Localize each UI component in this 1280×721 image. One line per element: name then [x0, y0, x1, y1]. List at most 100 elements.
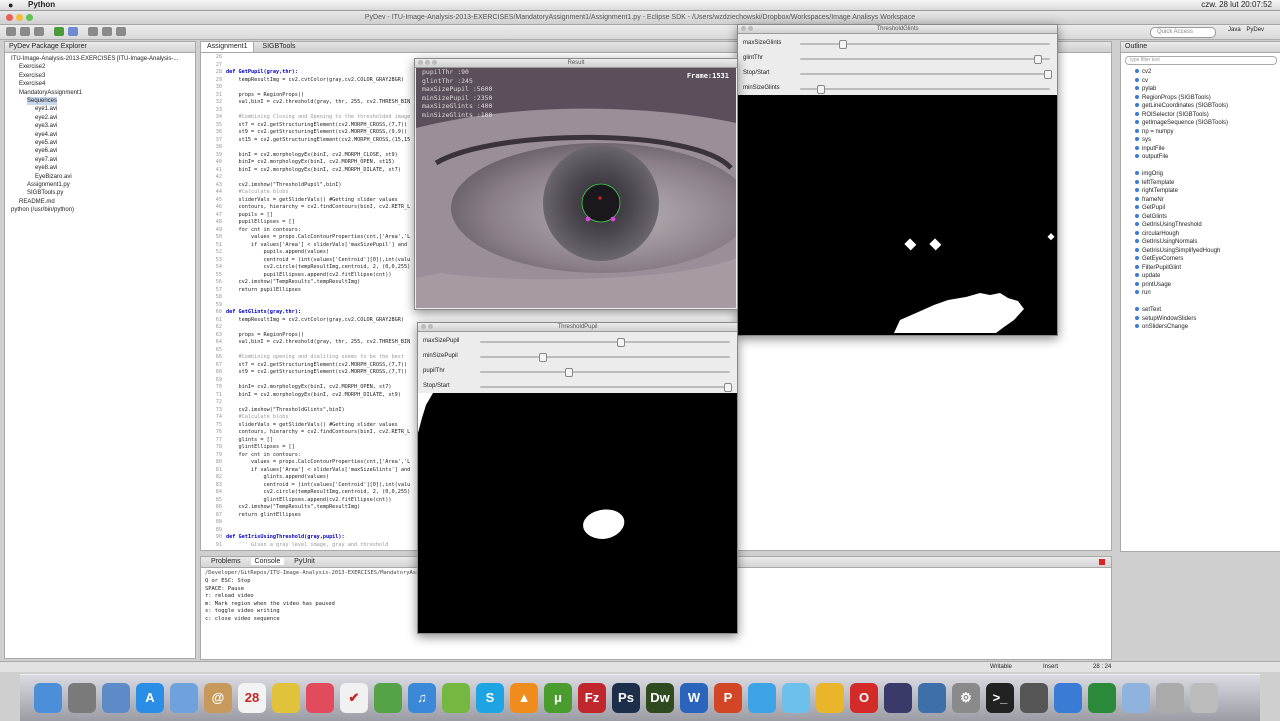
- virtualbox-icon[interactable]: [918, 683, 946, 713]
- messages-icon[interactable]: [782, 683, 810, 713]
- pocket-icon[interactable]: [306, 683, 334, 713]
- menubar-clock[interactable]: czw. 28 lut 20:07:52: [1201, 0, 1272, 10]
- outline-item[interactable]: pylab: [1135, 85, 1156, 93]
- outline-item[interactable]: inputFile: [1135, 145, 1165, 153]
- finder-icon[interactable]: [34, 683, 62, 713]
- outline-item[interactable]: ROISelector (SIGBTools): [1135, 111, 1209, 119]
- slider-track[interactable]: [800, 58, 1050, 60]
- preview-icon[interactable]: [102, 683, 130, 713]
- skype-icon[interactable]: S: [476, 683, 504, 713]
- slider-track[interactable]: [800, 88, 1050, 90]
- perspective-java[interactable]: Java: [1228, 27, 1241, 33]
- tree-item[interactable]: README.md: [19, 198, 55, 206]
- save-icon[interactable]: [20, 27, 30, 36]
- system-preferences-icon[interactable]: ⚙: [952, 683, 980, 713]
- tab-sigbtools[interactable]: SIGBTools: [256, 42, 301, 52]
- threshold-pupil-window[interactable]: ThresholdPupil maxSizePupil minSizePupil p…: [417, 322, 738, 634]
- code-editor[interactable]: 26 27 28 def GetPupil(gray,thr): 29 tempResu…: [200, 52, 410, 560]
- reminders-icon[interactable]: ✔: [340, 683, 368, 713]
- slider-handle[interactable]: [1034, 55, 1043, 64]
- excel-icon[interactable]: [1088, 683, 1116, 713]
- minimize-icon[interactable]: [748, 26, 753, 31]
- slider-track[interactable]: [800, 43, 1050, 45]
- outline-item[interactable]: setupWindowSliders: [1135, 315, 1196, 323]
- notes-icon[interactable]: [272, 683, 300, 713]
- spotify-icon[interactable]: [442, 683, 470, 713]
- contacts-icon[interactable]: @: [204, 683, 232, 713]
- outline-item[interactable]: cv: [1135, 77, 1148, 85]
- outline-item[interactable]: printUsage: [1135, 281, 1171, 289]
- dreamweaver-icon[interactable]: Dw: [646, 683, 674, 713]
- outline-item[interactable]: frameNr: [1135, 196, 1164, 204]
- back-icon[interactable]: [102, 27, 112, 36]
- forward-icon[interactable]: [116, 27, 126, 36]
- slider-track[interactable]: [480, 356, 730, 358]
- outline-item[interactable]: FilterPupilGlint: [1135, 264, 1181, 272]
- tree-item[interactable]: eye5.avi: [35, 139, 57, 147]
- new-icon[interactable]: [6, 27, 16, 36]
- tree-item[interactable]: Exercise3: [19, 72, 45, 80]
- tree-item[interactable]: Sequences: [27, 97, 58, 105]
- close-icon[interactable]: [741, 26, 746, 31]
- apple-icon[interactable]: ●: [8, 0, 13, 10]
- calendar-icon[interactable]: 28: [238, 683, 266, 713]
- tree-item[interactable]: eye7.avi: [35, 156, 57, 164]
- close-icon[interactable]: [418, 60, 423, 65]
- tree-item[interactable]: python (/usr/bin/python): [11, 206, 74, 214]
- eclipse-icon[interactable]: [884, 683, 912, 713]
- terminate-icon[interactable]: [1099, 559, 1105, 565]
- utorrent-icon[interactable]: μ: [544, 683, 572, 713]
- tree-item[interactable]: SIGBTools.py: [27, 189, 63, 197]
- outline-item[interactable]: GetEyeCorners: [1135, 255, 1183, 263]
- perspective-switcher[interactable]: Java PyDev: [1228, 27, 1264, 33]
- outline-item[interactable]: imgOrig: [1135, 170, 1163, 178]
- outline-item[interactable]: RegionProps (SIGBTools): [1135, 94, 1211, 102]
- debug-icon[interactable]: [68, 27, 78, 36]
- result-window[interactable]: Result pupilThr :90 glintThr :245 maxSizeP…: [414, 58, 738, 310]
- run-icon[interactable]: [54, 27, 64, 36]
- outline-item[interactable]: cv2: [1135, 68, 1151, 76]
- outline-filter-input[interactable]: type filter text: [1125, 56, 1277, 65]
- tree-item[interactable]: Exercise4: [19, 80, 45, 88]
- folder-icon[interactable]: [1122, 683, 1150, 713]
- slider-track[interactable]: [480, 371, 730, 373]
- tree-item[interactable]: eye8.avi: [35, 164, 57, 172]
- outline-item[interactable]: GetIrisUsingNormals: [1135, 238, 1197, 246]
- outline-item[interactable]: leftTemplate: [1135, 179, 1174, 187]
- tree-item[interactable]: eye3.avi: [35, 122, 57, 130]
- disk-icon[interactable]: [1156, 683, 1184, 713]
- outline-item[interactable]: GetPupil: [1135, 204, 1165, 212]
- itunes-icon[interactable]: ♫: [408, 683, 436, 713]
- tree-item[interactable]: MandatoryAssignment1: [19, 89, 82, 97]
- filezilla-icon[interactable]: Fz: [578, 683, 606, 713]
- outline-item[interactable]: run: [1135, 289, 1151, 297]
- outline-item[interactable]: getImageSequence (SIGBTools): [1135, 119, 1228, 127]
- activity-monitor-icon[interactable]: [1020, 683, 1048, 713]
- tree-item[interactable]: eye2.avi: [35, 114, 57, 122]
- print-icon[interactable]: [34, 27, 44, 36]
- app-menu-name[interactable]: Python: [28, 0, 55, 10]
- threshold-glints-window[interactable]: ThresholdGlints maxSizeGlints glintThr Sto…: [737, 24, 1058, 336]
- slider-handle[interactable]: [616, 338, 625, 347]
- launchpad-icon[interactable]: [68, 683, 96, 713]
- search-icon[interactable]: [88, 27, 98, 36]
- outline-item[interactable]: np = numpy: [1135, 128, 1174, 136]
- outline-item[interactable]: setText: [1135, 306, 1161, 314]
- photoshop-icon[interactable]: Ps: [612, 683, 640, 713]
- powerpoint-icon[interactable]: P: [714, 683, 742, 713]
- tree-item[interactable]: eye1.avi: [35, 105, 57, 113]
- outline-item[interactable]: update: [1135, 272, 1160, 280]
- tree-item[interactable]: Assignment1.py: [27, 181, 70, 189]
- slider-track[interactable]: [480, 341, 730, 343]
- perspective-pydev[interactable]: PyDev: [1246, 27, 1264, 33]
- outline-title[interactable]: Outline: [1121, 42, 1280, 53]
- outline-item[interactable]: rightTemplate: [1135, 187, 1178, 195]
- network-icon[interactable]: [1054, 683, 1082, 713]
- outline-item[interactable]: GetGlints: [1135, 213, 1167, 221]
- outline-item[interactable]: GetIrisUsingThreshold: [1135, 221, 1202, 229]
- tree-item[interactable]: EyeBizaro.avi: [35, 173, 72, 181]
- slider-track[interactable]: [480, 386, 730, 388]
- outline-item[interactable]: GetIrisUsingSimplifyedHough: [1135, 247, 1220, 255]
- minimize-icon[interactable]: [428, 324, 433, 329]
- minimize-icon[interactable]: [425, 60, 430, 65]
